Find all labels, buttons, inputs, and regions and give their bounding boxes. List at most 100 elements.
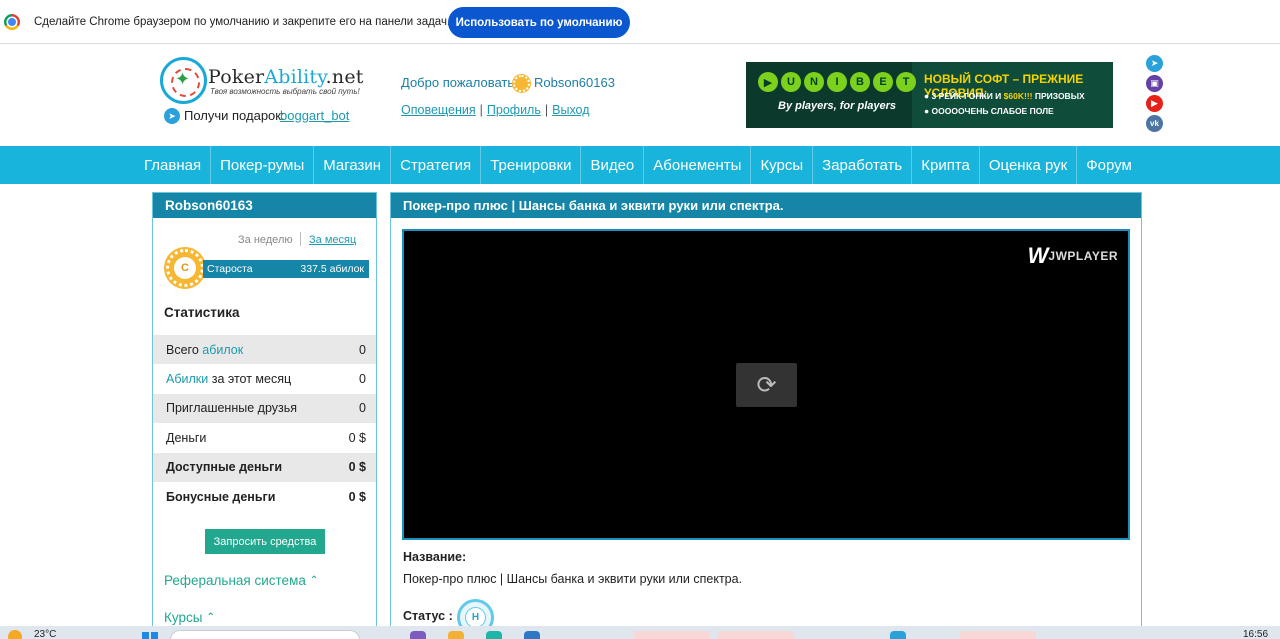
- taskbar-app-icon[interactable]: [410, 631, 426, 639]
- stat-value: 0 $: [348, 460, 366, 475]
- stat-label: Абилки за этот месяц: [166, 372, 291, 386]
- nav-item-forum[interactable]: Форум: [1077, 146, 1141, 184]
- site-slogan: Твоя возможность выбрать свой путь!: [210, 87, 360, 96]
- banner-brand-area: ▶ U N I B E T By players, for players: [746, 62, 916, 128]
- jwplayer-mark-icon: W: [1027, 243, 1049, 268]
- stat-label: Доступные деньги: [166, 460, 282, 474]
- period-week-tab[interactable]: За неделю: [238, 234, 293, 246]
- stat-label-prefix: Приглашенные друзья: [166, 401, 298, 416]
- brand-letter: N: [804, 72, 824, 92]
- header-username[interactable]: Robson60163: [534, 75, 615, 90]
- banner-line-1: ● 3 РЕЙК-ГОНКИ И $60K!!! ПРИЗОВЫХ: [924, 91, 1085, 101]
- windows-start-icon[interactable]: [142, 632, 158, 639]
- rank-points: 337.5 абилок: [300, 263, 364, 275]
- brand-letter: ▶: [758, 72, 778, 92]
- infobar-message: Сделайте Chrome браузером по умолчанию и…: [34, 16, 451, 28]
- vk-icon[interactable]: vk: [1146, 115, 1163, 132]
- brand-letter: U: [781, 72, 801, 92]
- stat-label: Приглашенные друзья: [166, 401, 297, 415]
- logo-part-poker: Poker: [208, 66, 265, 88]
- chrome-default-browser-infobar: Сделайте Chrome браузером по умолчанию и…: [0, 0, 1280, 44]
- nav-item-video[interactable]: Видео: [581, 146, 645, 184]
- gift-bot-link[interactable]: boggart_bot: [280, 108, 349, 123]
- gift-label: Получи подарок:: [184, 108, 285, 123]
- taskbar-clock[interactable]: 16:56: [1243, 629, 1268, 639]
- stats-list: Всего абилок 0 Абилки за этот месяц 0 Пригла…: [153, 335, 376, 511]
- logout-link[interactable]: Выход: [552, 103, 589, 117]
- brand-letter: T: [896, 72, 916, 92]
- replay-icon[interactable]: ⟳: [736, 363, 797, 407]
- courses-accordion[interactable]: Курсы ⌃: [164, 610, 215, 625]
- banner-prize-amount: $60K!!!: [1003, 91, 1033, 101]
- request-funds-button[interactable]: Запросить средства: [205, 529, 325, 554]
- link-separator: |: [544, 103, 549, 117]
- profile-link[interactable]: Профиль: [487, 103, 541, 117]
- status-letter: Н: [465, 607, 486, 628]
- notifications-link[interactable]: Оповещения: [401, 103, 476, 117]
- taskbar-app-icon[interactable]: [524, 631, 540, 639]
- stat-row: Деньги 0 $: [153, 423, 376, 452]
- banner-line-1-suffix: ПРИЗОВЫХ: [1034, 91, 1085, 101]
- referral-accordion[interactable]: Реферальная система ⌃: [164, 573, 318, 588]
- nav-item-earn[interactable]: Заработать: [813, 146, 913, 184]
- stat-value: 0: [359, 401, 366, 416]
- folder-icon[interactable]: [448, 631, 464, 639]
- logo-part-net: .net: [325, 66, 364, 88]
- chrome-taskbar-tab[interactable]: [960, 631, 1036, 639]
- stat-label-prefix: Бонусные деньги: [166, 489, 276, 504]
- nav-item-home[interactable]: Главная: [135, 146, 212, 184]
- weather-icon[interactable]: [8, 630, 22, 639]
- period-month-tab[interactable]: За месяц: [309, 234, 356, 246]
- chevron-up-icon: ⌃: [309, 575, 319, 586]
- telegram-icon[interactable]: [890, 631, 906, 639]
- user-sidebar: Robson60163 За неделю За месяц С Старост…: [152, 192, 377, 639]
- stat-value: 0: [359, 372, 366, 387]
- video-panel: Покер-про плюс | Шансы банка и эквити ру…: [390, 192, 1142, 639]
- set-default-browser-button[interactable]: Использовать по умолчанию: [448, 7, 630, 38]
- nav-item-poker-rooms[interactable]: Покер-румы: [211, 146, 315, 184]
- nav-item-hand-review[interactable]: Оценка рук: [980, 146, 1078, 184]
- welcome-text: Добро пожаловать,: [401, 75, 518, 90]
- stat-row: Всего абилок 0: [153, 335, 376, 365]
- nav-item-trainings[interactable]: Тренировки: [481, 146, 582, 184]
- unibet-banner[interactable]: ▶ U N I B E T By players, for players НО…: [746, 62, 1113, 128]
- nav-item-courses[interactable]: Курсы: [751, 146, 814, 184]
- nav-item-shop[interactable]: Магазин: [314, 146, 392, 184]
- stat-label: Всего абилок: [166, 343, 243, 357]
- nav-item-subscriptions[interactable]: Абонементы: [644, 146, 752, 184]
- stat-label-highlight[interactable]: абилок: [202, 343, 243, 357]
- taskbar-window-tab[interactable]: [634, 631, 710, 639]
- telegram-icon[interactable]: ➤: [1146, 55, 1163, 72]
- pokerability-logo-icon[interactable]: [160, 57, 207, 104]
- site-logo-text[interactable]: PokerAbility.net: [208, 66, 364, 88]
- video-player[interactable]: W JWPLAYER ⟳: [402, 229, 1130, 540]
- courses-label: Курсы: [164, 610, 203, 625]
- brand-letter: E: [873, 72, 893, 92]
- weather-temperature[interactable]: 23°C: [34, 629, 56, 639]
- rank-name: Староста: [207, 263, 253, 275]
- name-value: Покер-про плюс | Шансы банка и эквити ру…: [403, 572, 743, 586]
- main-navigation: Главная Покер-румы Магазин Стратегия Тре…: [0, 146, 1280, 184]
- nav-item-strategy[interactable]: Стратегия: [391, 146, 482, 184]
- stat-row: Абилки за этот месяц 0: [153, 364, 376, 393]
- taskbar-app-icon[interactable]: [486, 631, 502, 639]
- stat-label-suffix: за этот месяц: [208, 372, 292, 387]
- twitch-icon[interactable]: ▣: [1146, 75, 1163, 92]
- banner-line-2: ● ОООООЧЕНЬ СЛАБОЕ ПОЛЕ: [924, 106, 1054, 116]
- stat-label-prefix: Всего: [166, 342, 203, 357]
- stat-row: Бонусные деньги 0 $: [153, 482, 376, 511]
- jwplayer-logo: W JWPLAYER: [1028, 243, 1118, 269]
- nav-item-crypto[interactable]: Крипта: [912, 146, 980, 184]
- user-chip-icon: [513, 75, 530, 92]
- nav-items: Главная Покер-румы Магазин Стратегия Тре…: [135, 146, 1141, 184]
- stat-label-highlight[interactable]: Абилки: [166, 372, 208, 386]
- chrome-logo-icon: [4, 14, 20, 30]
- taskbar-window-tab[interactable]: [718, 631, 794, 639]
- youtube-icon[interactable]: ▶: [1146, 95, 1163, 112]
- referral-label: Реферальная система: [164, 573, 306, 588]
- jwplayer-brand: JWPLAYER: [1048, 249, 1118, 263]
- rank-letter: С: [174, 257, 196, 279]
- taskbar-search-input[interactable]: [170, 630, 360, 639]
- chevron-up-icon: ⌃: [206, 612, 215, 623]
- brand-letter: I: [827, 72, 847, 92]
